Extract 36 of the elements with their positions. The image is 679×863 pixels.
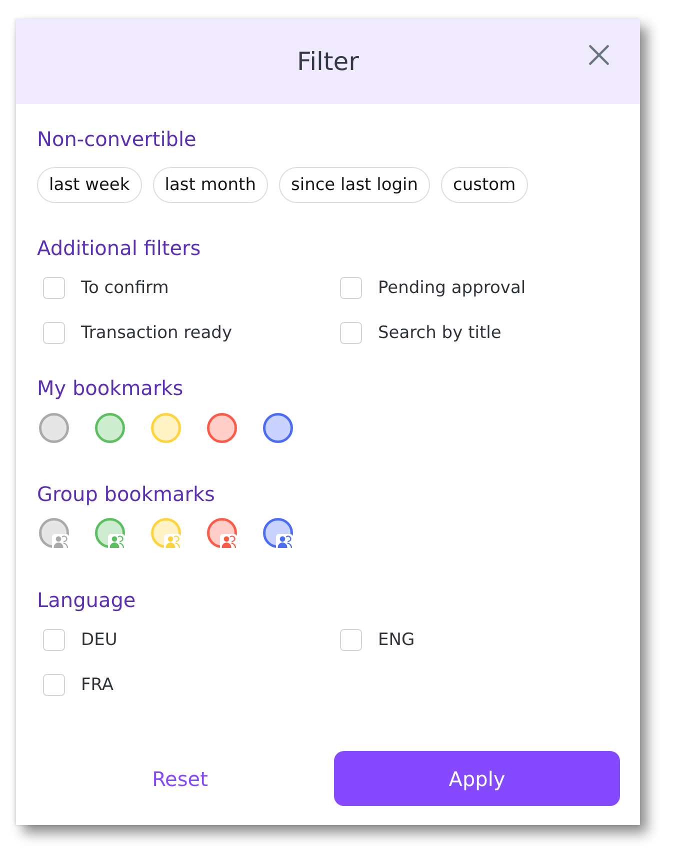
apply-button[interactable]: Apply (334, 751, 620, 806)
filter-chip[interactable]: custom (441, 167, 528, 203)
filter-chip[interactable]: last week (37, 167, 142, 203)
close-button[interactable] (589, 45, 609, 65)
checkbox-label: FRA (81, 674, 114, 696)
group-bookmark-icon[interactable] (263, 518, 293, 548)
reset-button[interactable]: Reset (146, 762, 214, 794)
group-bookmark-icon[interactable] (207, 518, 237, 548)
section-heading: Language (37, 588, 136, 612)
checkbox-label: ENG (378, 628, 415, 650)
checkbox[interactable] (43, 674, 65, 696)
close-icon (589, 45, 609, 65)
checkbox[interactable] (43, 628, 65, 650)
dialog-title: Filter (297, 46, 359, 76)
section-heading: Group bookmarks (37, 482, 215, 506)
checkbox-label: Pending approval (378, 276, 526, 298)
section-heading: My bookmarks (37, 376, 184, 400)
filter-chip[interactable]: since last login (278, 167, 430, 203)
bookmark-circle-icon[interactable] (207, 413, 237, 443)
checkbox[interactable] (340, 322, 362, 344)
group-bookmark-icon[interactable] (39, 518, 69, 548)
checkbox-label: Transaction ready (81, 322, 232, 344)
bookmark-circle-icon[interactable] (263, 413, 293, 443)
checkbox-label: To confirm (81, 276, 169, 298)
bookmark-circle-icon[interactable] (95, 413, 125, 443)
checkbox[interactable] (43, 276, 65, 298)
bookmark-circle-icon[interactable] (39, 413, 69, 443)
filter-chip[interactable]: last month (152, 167, 268, 203)
section-heading: Additional filters (37, 236, 201, 260)
checkbox-label: DEU (81, 628, 118, 650)
group-bookmark-icon[interactable] (95, 518, 125, 548)
checkbox[interactable] (340, 276, 362, 298)
checkbox[interactable] (43, 322, 65, 344)
checkbox-label: Search by title (378, 322, 502, 344)
section-heading: Non-convertible (37, 127, 196, 151)
checkbox[interactable] (340, 628, 362, 650)
